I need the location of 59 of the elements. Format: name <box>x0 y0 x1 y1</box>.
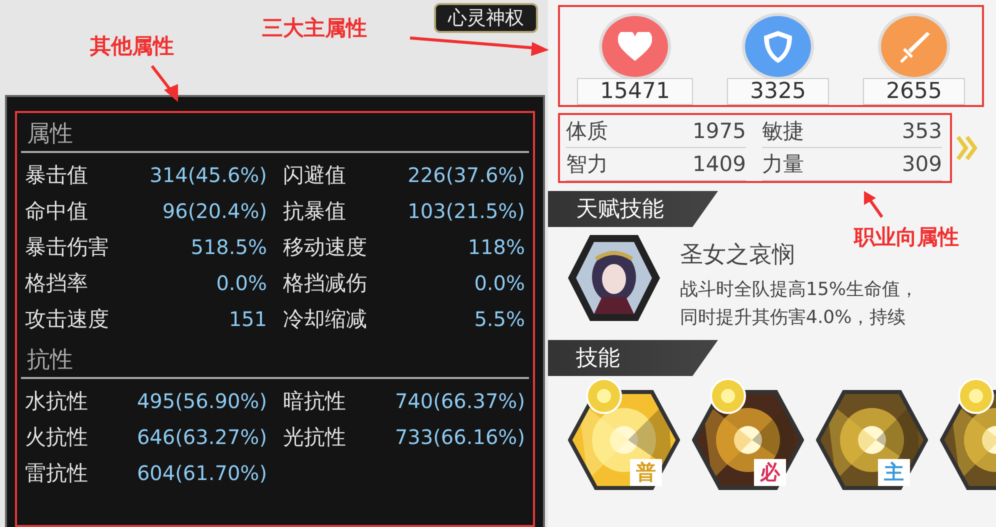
stat-label: 暗抗性 <box>283 388 346 415</box>
stat-label: 暴击值 <box>25 162 88 189</box>
double-chevron-icon[interactable] <box>956 133 978 163</box>
stat-value: 646(63.27%) <box>136 425 267 449</box>
stat-label: 命中值 <box>25 198 88 225</box>
heart-icon <box>618 32 652 62</box>
emblem-label: 心灵神权 <box>434 3 538 33</box>
annotation-arrow <box>150 65 178 102</box>
stat-label: 抗暴值 <box>283 198 346 225</box>
annotation-text: 职业向属性 <box>854 224 959 251</box>
stat-value: 518.5% <box>190 235 267 259</box>
stat-value: 740(66.37%) <box>394 389 525 413</box>
main-stat-value: 3325 <box>727 78 829 105</box>
annotation-text: 其他属性 <box>90 33 174 60</box>
section-title: 抗性 <box>26 346 74 375</box>
stat-value: 118% <box>468 235 525 259</box>
stat-label: 敏捷 <box>762 118 804 145</box>
stat-label: 火抗性 <box>25 424 88 451</box>
stat-value: 226(37.6%) <box>408 163 525 187</box>
main-stat-value: 15471 <box>577 78 693 105</box>
talent-name: 圣女之哀悯 <box>680 241 796 270</box>
stat-value: 314(45.6%) <box>150 163 267 187</box>
stat-value: 0.0% <box>474 271 525 295</box>
stat-label: 暴击伤害 <box>25 234 109 261</box>
annotation-arrow <box>864 191 884 218</box>
stat-label: 智力 <box>566 151 608 178</box>
stat-label: 体质 <box>566 118 608 145</box>
stat-value: 1409 <box>692 152 746 176</box>
stat-value: 96(20.4%) <box>162 199 267 223</box>
stat-value: 353 <box>902 119 942 143</box>
stat-value: 5.5% <box>474 307 525 331</box>
stat-label: 攻击速度 <box>25 306 109 333</box>
annotation-text: 三大主属性 <box>262 15 367 42</box>
talent-description: 战斗时全队提高15%生命值， 同时提升其伤害4.0%，持续 <box>680 278 918 330</box>
stat-label: 移动速度 <box>283 234 367 261</box>
skill-type-tag: 必 <box>754 459 786 486</box>
stat-label: 格挡率 <box>25 270 88 297</box>
section-title: 属性 <box>26 120 74 149</box>
skill-type-tag: 主 <box>878 459 910 486</box>
stat-value: 495(56.90%) <box>136 389 267 413</box>
stat-value: 103(21.5%) <box>408 199 525 223</box>
stat-label: 雷抗性 <box>25 460 88 487</box>
stat-value: 733(66.16%) <box>394 425 525 449</box>
section-header: 技能 <box>548 340 718 376</box>
stat-label: 格挡减伤 <box>283 270 367 297</box>
stat-label: 冷却缩减 <box>283 306 367 333</box>
stat-value: 309 <box>902 152 942 176</box>
stat-value: 604(61.70%) <box>136 461 267 485</box>
stat-value: 1975 <box>692 119 746 143</box>
skill-type-tag: 普 <box>630 459 662 486</box>
stat-label: 力量 <box>762 151 804 178</box>
stat-label: 水抗性 <box>25 388 88 415</box>
shield-icon <box>763 30 793 64</box>
section-header: 天赋技能 <box>548 191 718 227</box>
stat-label: 闪避值 <box>283 162 346 189</box>
main-stat-value: 2655 <box>863 78 965 105</box>
stat-value: 151 <box>228 307 267 331</box>
stat-label: 光抗性 <box>283 424 346 451</box>
stat-value: 0.0% <box>216 271 267 295</box>
